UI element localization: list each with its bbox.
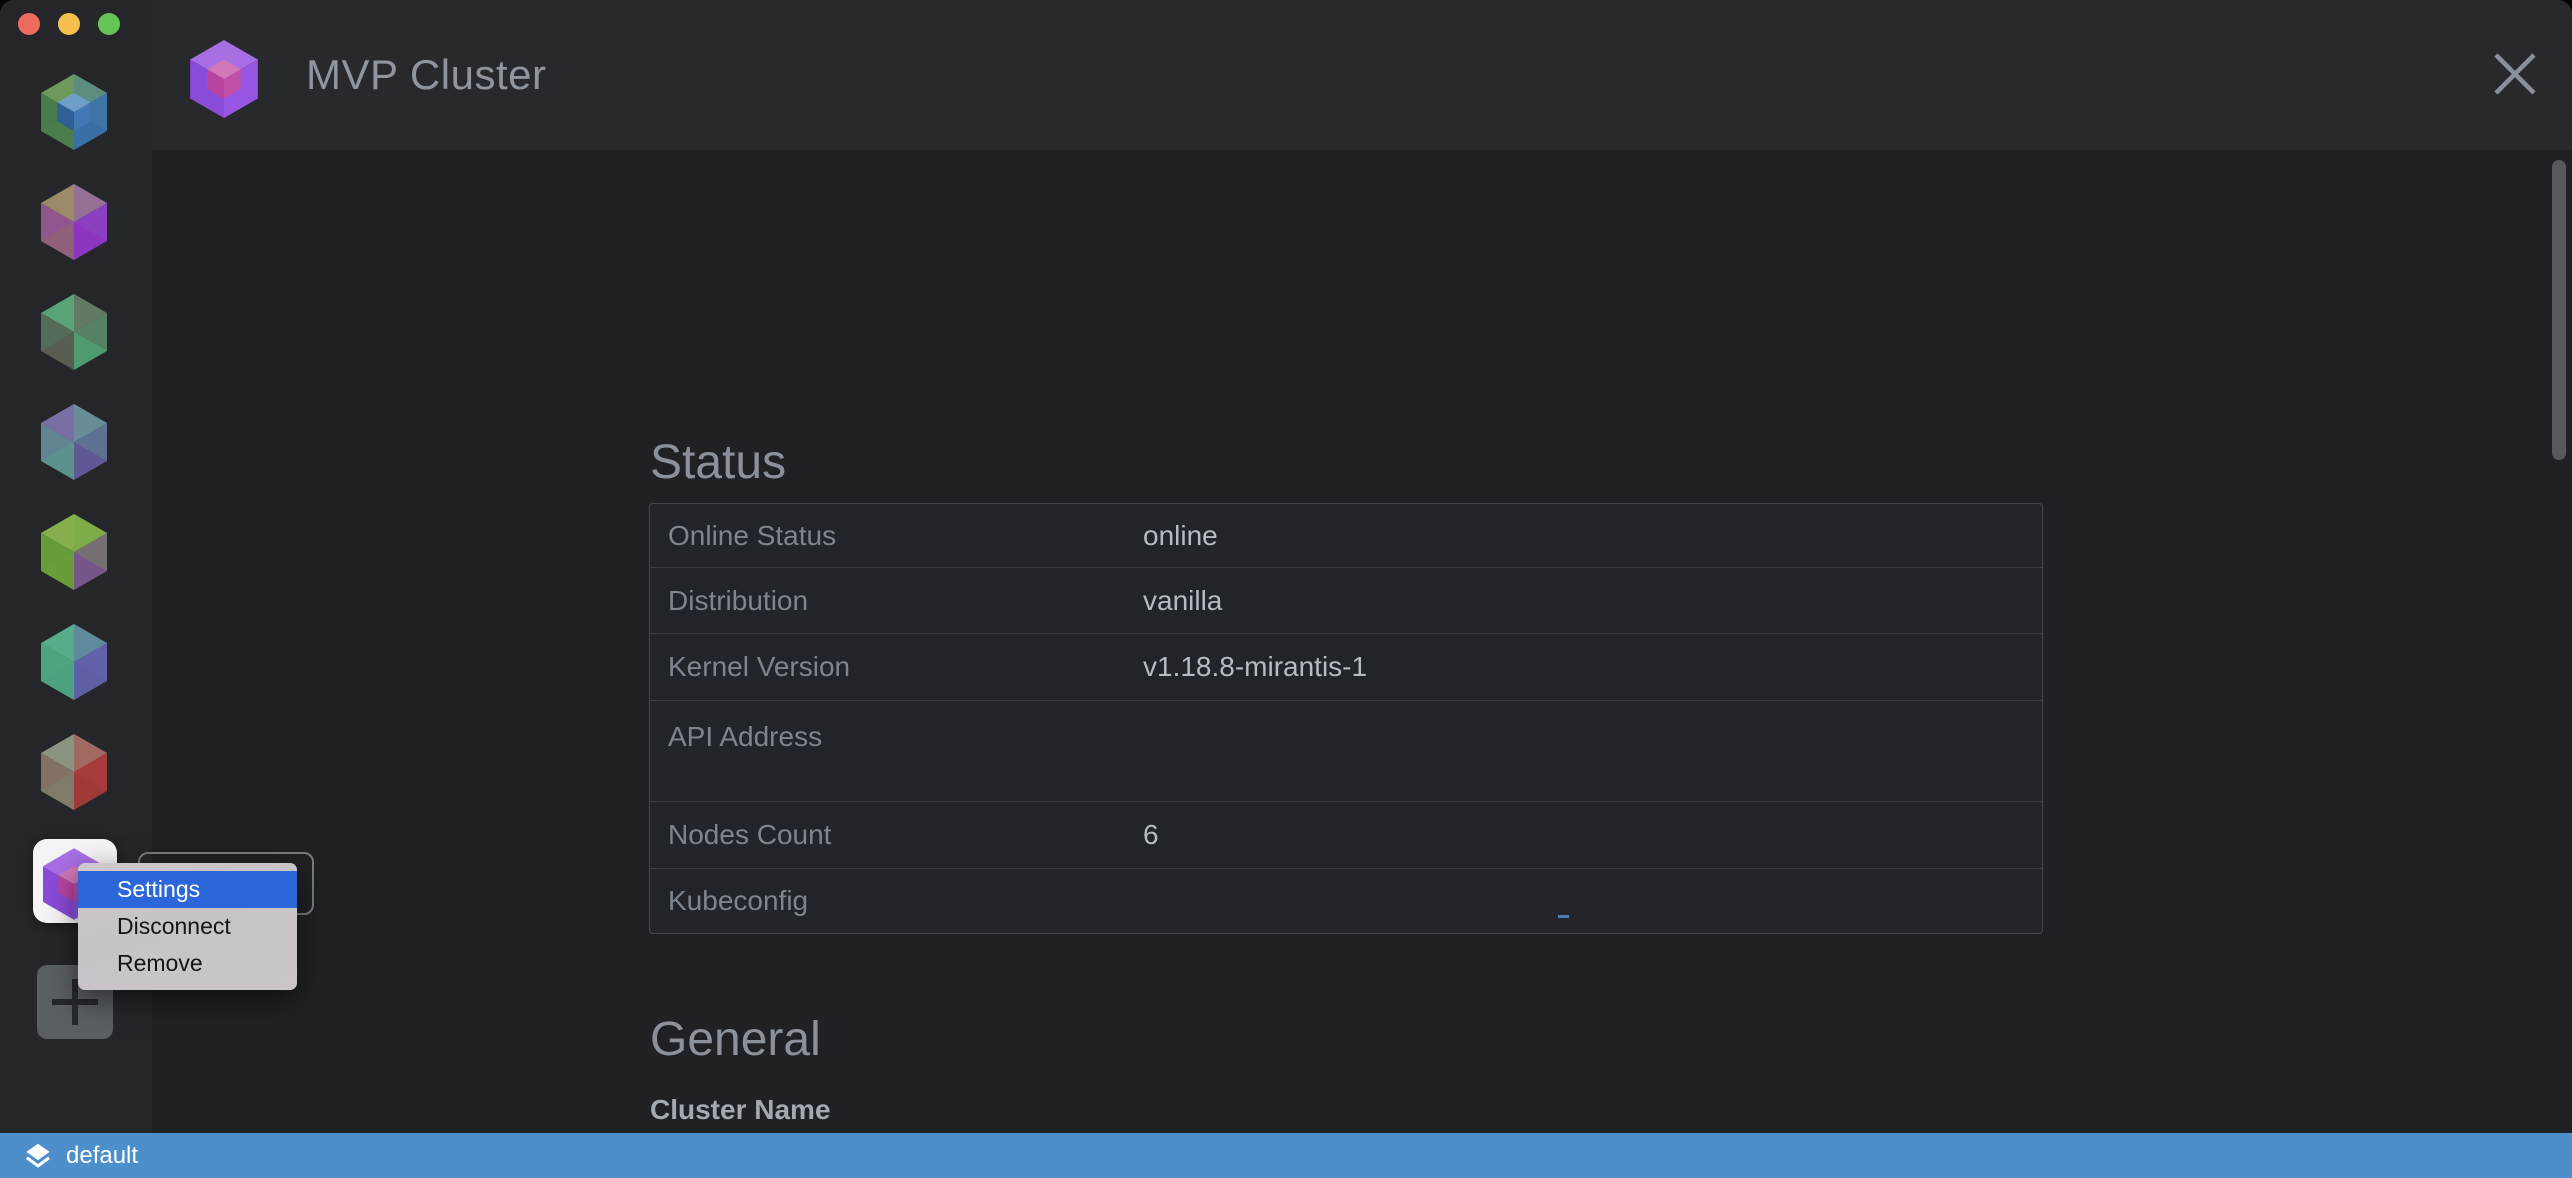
- sidebar-cluster-4-icon[interactable]: [36, 404, 112, 480]
- cluster-status-table: Online StatusonlineDistributionvanillaKe…: [649, 503, 2043, 934]
- row-value: online: [1143, 520, 1218, 552]
- sidebar-cluster-2-icon[interactable]: [36, 184, 112, 260]
- menu-item-disconnect[interactable]: Disconnect: [78, 908, 297, 945]
- sidebar-cluster-5-icon[interactable]: [36, 514, 112, 590]
- table-row: API Address: [650, 701, 2042, 802]
- settings-content: Status Cluster Status Cluster status inf…: [152, 150, 2572, 1133]
- row-value: 6: [1143, 819, 1159, 851]
- row-label: Online Status: [650, 520, 1143, 552]
- menu-item-settings[interactable]: Settings: [78, 871, 297, 908]
- row-label: Kubeconfig: [650, 885, 1143, 917]
- table-row: Distributionvanilla: [650, 568, 2042, 634]
- sidebar-cluster-7-icon[interactable]: [36, 734, 112, 810]
- scrollbar-thumb[interactable]: [2552, 160, 2566, 460]
- table-row: Nodes Count6: [650, 802, 2042, 869]
- cluster-logo-icon: [190, 40, 258, 123]
- namespace-status-bar[interactable]: default: [0, 1133, 2572, 1178]
- namespace-label: default: [66, 1142, 138, 1170]
- table-row: Kernel Versionv1.18.8-mirantis-1: [650, 634, 2042, 701]
- sidebar-cluster-3-icon[interactable]: [36, 294, 112, 370]
- close-icon[interactable]: [2493, 52, 2537, 96]
- table-row: Online Statusonline: [650, 504, 2042, 568]
- menu-item-remove[interactable]: Remove: [78, 945, 297, 982]
- row-label: Kernel Version: [650, 651, 1143, 683]
- kubeconfig-link-dash[interactable]: [1558, 915, 1569, 918]
- lens-window: MVP Cluster Status Cluster Status Cluste…: [0, 0, 2572, 1178]
- sidebar-cluster-1-icon[interactable]: [36, 74, 112, 150]
- row-label: API Address: [650, 701, 1143, 753]
- settings-header: MVP Cluster: [152, 0, 2572, 150]
- row-label: Distribution: [650, 585, 1143, 617]
- status-section-heading: Status: [650, 435, 786, 490]
- cluster-name-subheading: Cluster Name: [650, 1094, 831, 1126]
- row-value: vanilla: [1143, 585, 1222, 617]
- row-label: Nodes Count: [650, 819, 1143, 851]
- traffic-light-minimize-button[interactable]: [58, 13, 80, 35]
- page-title: MVP Cluster: [306, 0, 546, 150]
- cluster-context-menu: SettingsDisconnectRemove: [78, 863, 297, 990]
- row-value: v1.18.8-mirantis-1: [1143, 651, 1367, 683]
- table-row: Kubeconfig: [650, 869, 2042, 933]
- layers-icon: [24, 1142, 52, 1170]
- traffic-light-maximize-button[interactable]: [98, 13, 120, 35]
- sidebar-cluster-6-icon[interactable]: [36, 624, 112, 700]
- traffic-light-close-button[interactable]: [18, 13, 40, 35]
- general-section-heading: General: [650, 1012, 821, 1067]
